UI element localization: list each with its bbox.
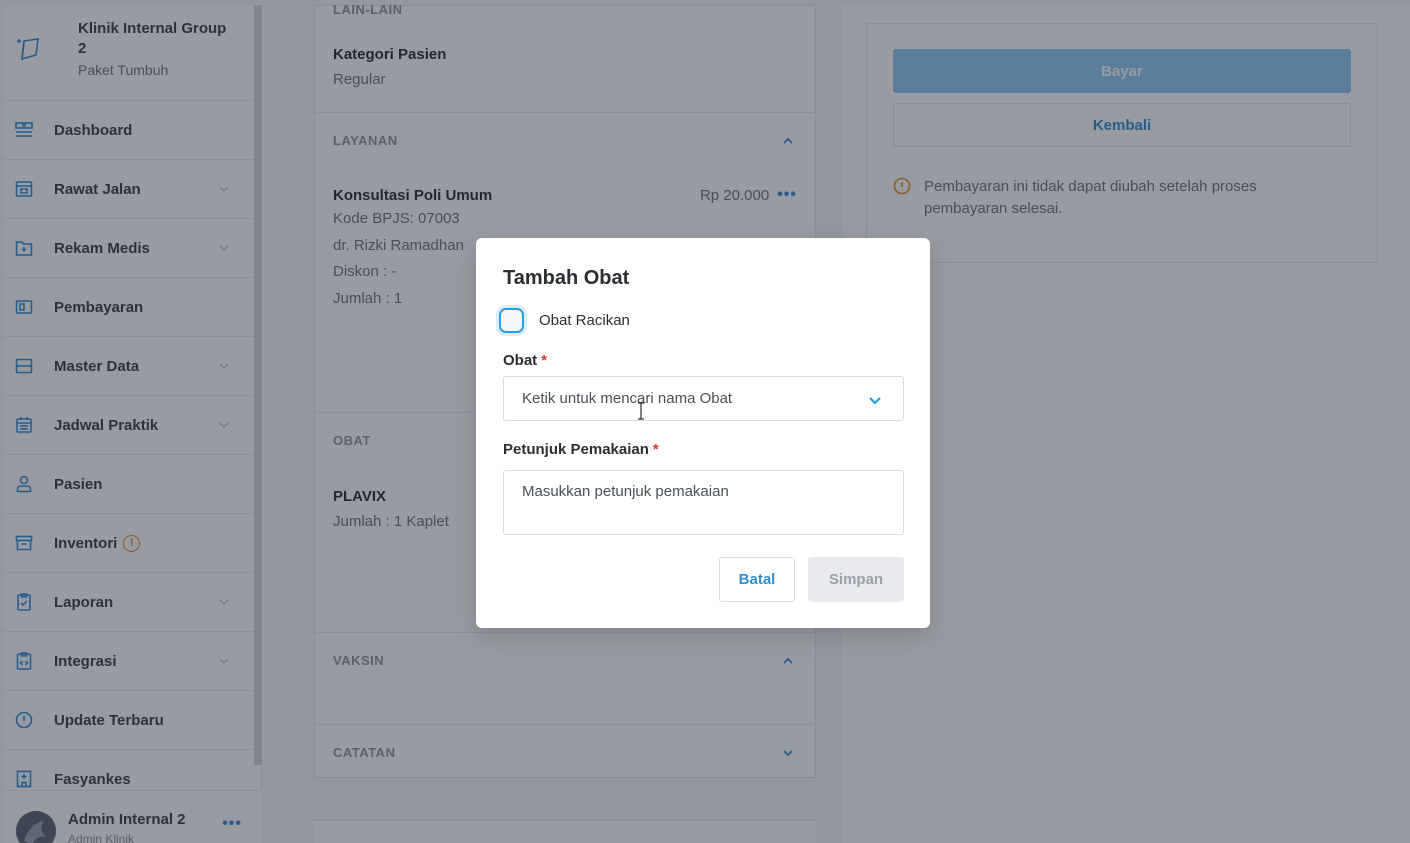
- obat-racikan-label: Obat Racikan: [539, 312, 630, 329]
- required-mark: *: [541, 352, 548, 369]
- required-mark: *: [652, 441, 659, 458]
- batal-button[interactable]: Batal: [719, 557, 795, 602]
- obat-racikan-checkbox-row[interactable]: Obat Racikan: [499, 308, 630, 333]
- simpan-button[interactable]: Simpan: [808, 557, 904, 602]
- obat-field-label: Obat *: [503, 352, 547, 369]
- petunjuk-pemakaian-textarea[interactable]: Masukkan petunjuk pemakaian: [503, 470, 904, 535]
- petunjuk-field-label: Petunjuk Pemakaian *: [503, 441, 659, 458]
- obat-search-select[interactable]: Ketik untuk mencari nama Obat: [503, 376, 904, 421]
- obat-racikan-checkbox[interactable]: [499, 308, 524, 333]
- obat-label-text: Obat: [503, 352, 538, 369]
- modal-title: Tambah Obat: [503, 267, 630, 289]
- chevron-down-icon[interactable]: [867, 392, 883, 408]
- text-cursor-icon: [638, 402, 644, 420]
- tambah-obat-modal: Tambah Obat Obat Racikan Obat * Ketik unt…: [476, 238, 930, 628]
- obat-search-placeholder: Ketik untuk mencari nama Obat: [522, 390, 733, 407]
- petunjuk-label-text: Petunjuk Pemakaian: [503, 441, 649, 458]
